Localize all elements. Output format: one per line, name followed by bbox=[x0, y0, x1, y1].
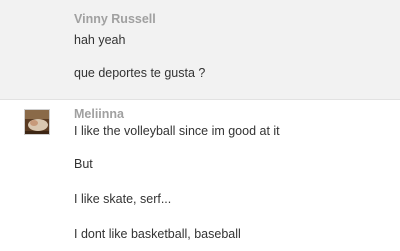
avatar-photo bbox=[25, 110, 49, 134]
avatar[interactable] bbox=[24, 109, 50, 135]
message-text: hah yeah bbox=[74, 33, 126, 47]
message-text: I like the volleyball since im good at i… bbox=[74, 124, 280, 138]
message-group: Meliinna I like the volleyball since im … bbox=[0, 101, 400, 251]
chat-transcript: Vinny Russell hah yeah que deportes te g… bbox=[0, 0, 400, 251]
message-text: I like skate, serf... bbox=[74, 192, 172, 206]
author-name[interactable]: Meliinna bbox=[74, 107, 124, 121]
message-group: Vinny Russell hah yeah que deportes te g… bbox=[0, 0, 400, 100]
author-name[interactable]: Vinny Russell bbox=[74, 12, 156, 26]
message-text: I dont like basketball, baseball bbox=[74, 227, 241, 241]
message-text: que deportes te gusta ? bbox=[74, 66, 206, 80]
message-text: But bbox=[74, 157, 93, 171]
